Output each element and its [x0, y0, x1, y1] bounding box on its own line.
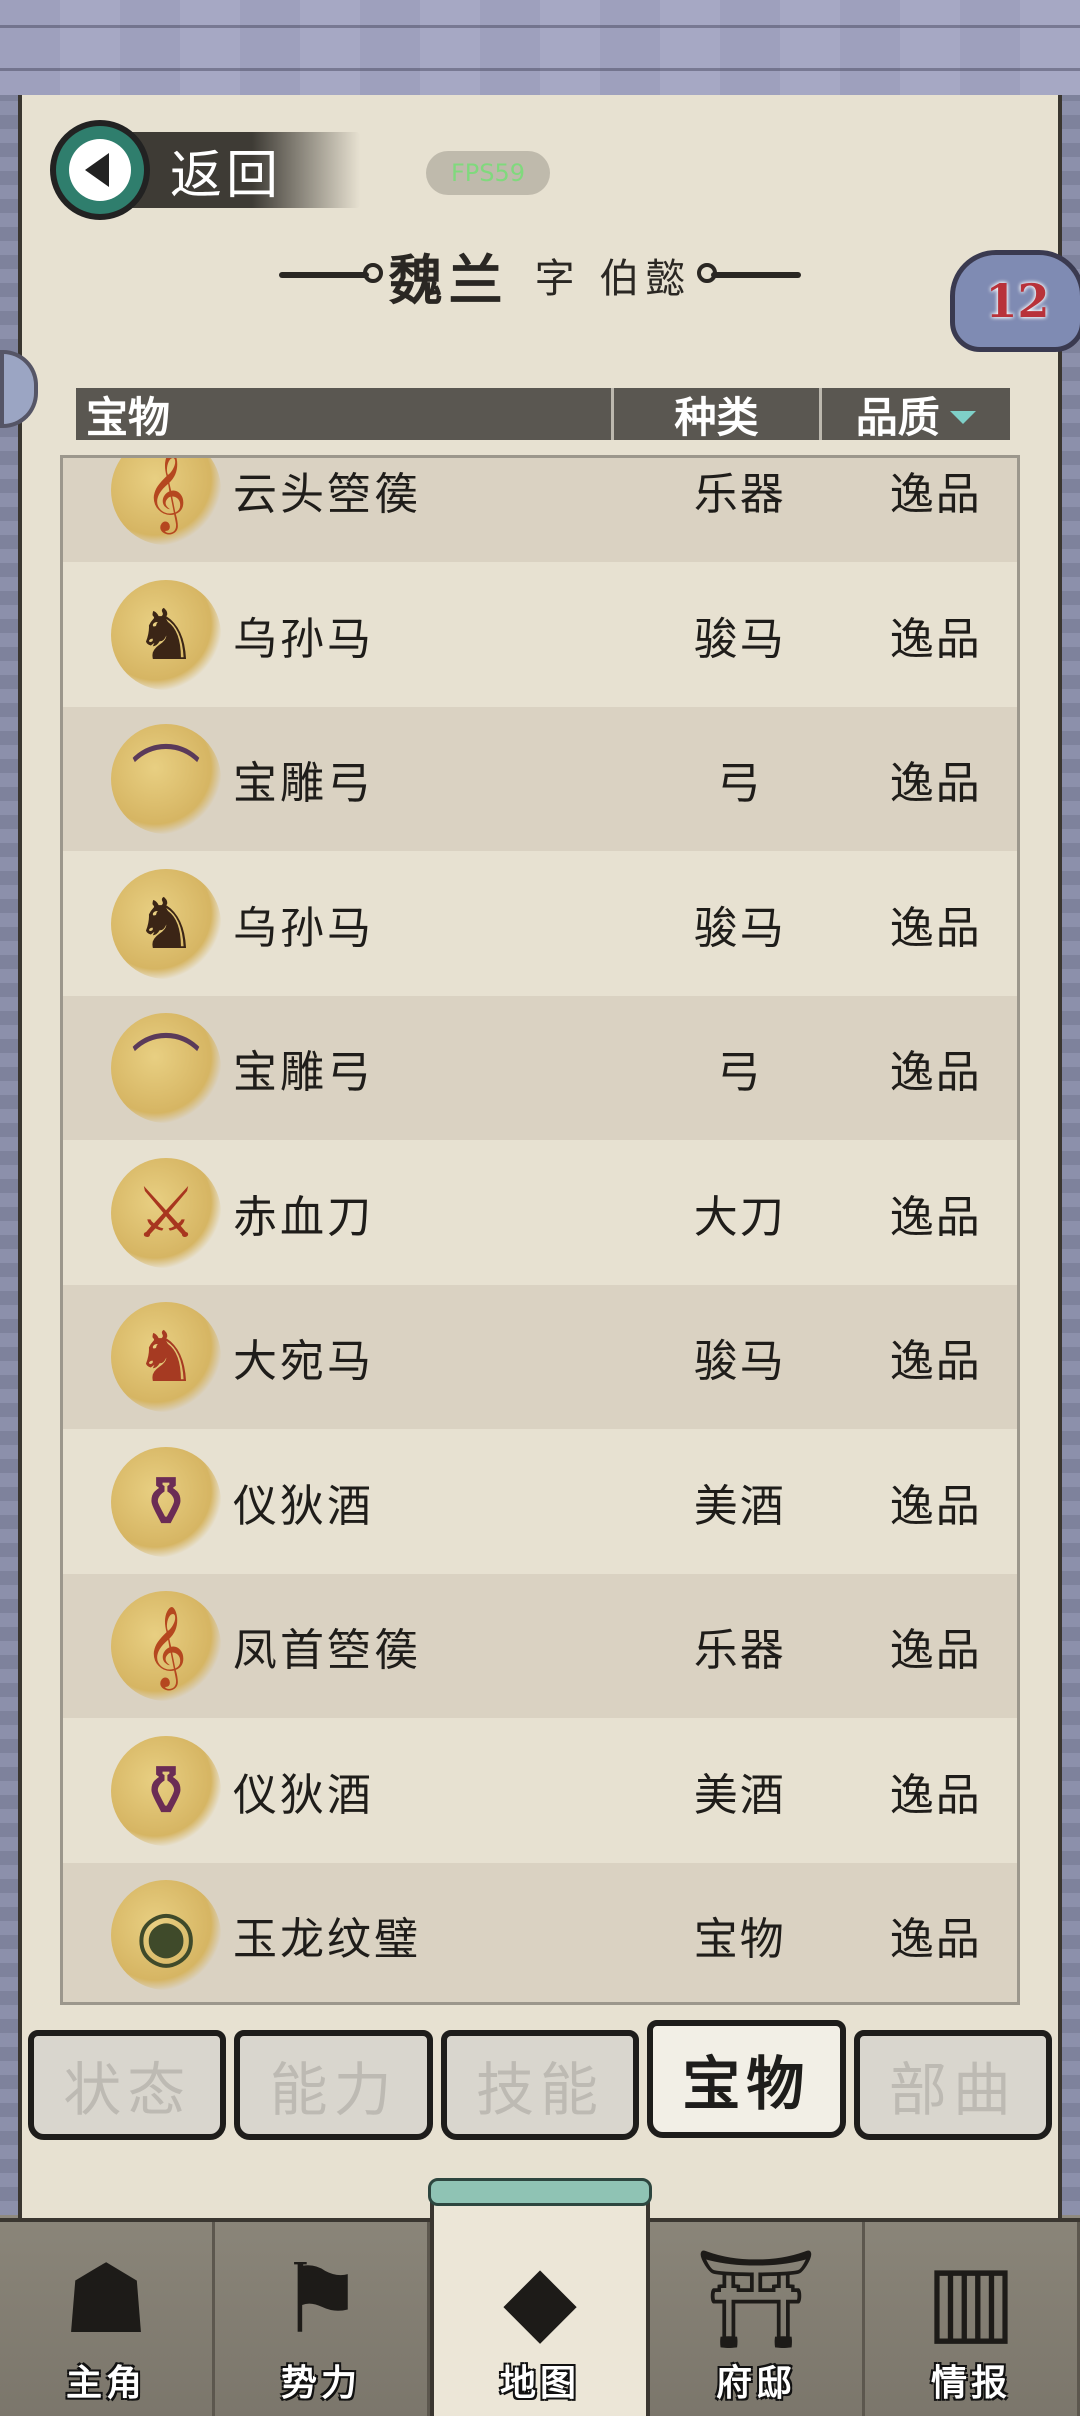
- wine-jar-icon: ⚱: [111, 1446, 221, 1557]
- treasure-name: 大宛马: [233, 1336, 374, 1387]
- column-header-quality[interactable]: 品质: [822, 384, 1010, 445]
- treasure-name: 乌孙马: [233, 902, 374, 954]
- column-header-treasure[interactable]: 宝物: [76, 388, 615, 442]
- treasure-quality: 逸品: [889, 469, 982, 520]
- nav-faction[interactable]: ⚑ 势力: [215, 2222, 430, 2416]
- treasure-type: 骏马: [693, 1336, 786, 1387]
- nav-label: 势力: [280, 2362, 361, 2404]
- treasure-name: 宝雕弓: [233, 1047, 374, 1098]
- treasure-quality: 逸品: [889, 902, 982, 954]
- table-row[interactable]: ♞ 大宛马 骏马 逸品: [63, 1285, 1017, 1429]
- treasure-type: 弓: [716, 758, 763, 809]
- nav-map[interactable]: ◆ 地图: [428, 2178, 652, 2416]
- notification-badge[interactable]: 12: [950, 250, 1080, 352]
- horse-icon: ♞: [111, 868, 221, 979]
- treasure-type: 骏马: [693, 902, 786, 954]
- treasure-quality: 逸品: [889, 1625, 982, 1676]
- courtesy-name: 字 伯懿: [534, 256, 692, 302]
- bow-icon: ⌒: [111, 1013, 221, 1123]
- treasure-type: 美酒: [693, 1769, 786, 1821]
- treasure-name: 赤血刀: [233, 1191, 374, 1243]
- ornament-right: [697, 263, 802, 283]
- treasure-type: 骏马: [693, 613, 786, 665]
- nav-label: 府邸: [715, 2362, 796, 2404]
- scroll-icon: ▥: [925, 2243, 1017, 2355]
- treasure-type: 宝物: [693, 1914, 786, 1965]
- treasure-type: 乐器: [693, 1625, 786, 1676]
- table-row[interactable]: ⌒ 宝雕弓 弓 逸品: [63, 707, 1017, 851]
- treasure-quality: 逸品: [889, 613, 982, 665]
- treasure-name: 乌孙马: [233, 613, 374, 665]
- right-border: [1062, 95, 1080, 2215]
- treasure-name: 玉龙纹璧: [233, 1914, 421, 1965]
- table-row[interactable]: 𝄞 云头箜篌 乐器 逸品: [63, 458, 1017, 562]
- nav-intel[interactable]: ▥ 情报: [865, 2222, 1080, 2416]
- treasure-name: 凤首箜篌: [233, 1625, 421, 1676]
- tab-skill[interactable]: 技能: [440, 2030, 640, 2140]
- table-row[interactable]: ⌒ 宝雕弓 弓 逸品: [63, 996, 1017, 1140]
- harp-icon: 𝄞: [111, 458, 221, 545]
- column-header-type[interactable]: 种类: [614, 388, 822, 442]
- back-arrow-icon: [50, 120, 150, 220]
- jade-disc-icon: ◉: [111, 1880, 221, 1990]
- tab-treasure[interactable]: 宝物: [647, 2020, 846, 2138]
- top-decorative-band: [0, 0, 1080, 103]
- treasure-list[interactable]: 𝄞 云头箜篌 乐器 逸品 ♞ 乌孙马 骏马 逸品 ⌒ 宝雕弓弓逸品 ♞ 乌孙马 骏马 逸品 ⌒ 宝雕弓弓逸品 ⚔…: [60, 455, 1020, 2005]
- nav-mansion[interactable]: ⛩ 府邸: [650, 2222, 865, 2416]
- treasure-type: 弓: [716, 1047, 763, 1098]
- column-header-quality-label: 品质: [855, 392, 940, 442]
- back-button[interactable]: 返回: [50, 120, 360, 220]
- character-title: 魏兰 字 伯懿: [0, 240, 1080, 312]
- treasure-quality: 逸品: [889, 1336, 982, 1387]
- treasure-quality: 逸品: [889, 1914, 982, 1965]
- tab-ability[interactable]: 能力: [234, 2030, 433, 2140]
- treasure-type: 美酒: [693, 1480, 786, 1532]
- treasure-name: 仪狄酒: [233, 1769, 374, 1821]
- nav-label: 情报: [930, 2362, 1011, 2404]
- mansion-icon: ⛩: [695, 2243, 817, 2355]
- wine-jar-icon: ⚱: [111, 1735, 221, 1846]
- treasure-quality: 逸品: [889, 1047, 982, 1098]
- table-header: 宝物 种类 品质: [76, 388, 1010, 442]
- character-tabs: 状态 能力 技能 宝物 部曲: [28, 2020, 1053, 2150]
- character-name: 魏兰: [388, 247, 509, 312]
- treasure-quality: 逸品: [889, 1480, 982, 1532]
- nav-label: 主角: [65, 2362, 146, 2404]
- harp-icon: 𝄞: [111, 1591, 221, 1701]
- blade-icon: ⚔: [111, 1157, 221, 1268]
- table-row[interactable]: ♞ 乌孙马 骏马 逸品: [63, 852, 1017, 996]
- treasure-type: 乐器: [693, 469, 786, 520]
- table-row[interactable]: ⚱ 仪狄酒 美酒 逸品: [63, 1719, 1017, 1863]
- table-row[interactable]: ⚱ 仪狄酒 美酒 逸品: [63, 1430, 1017, 1574]
- table-row[interactable]: 𝄞 凤首箜篌 乐器 逸品: [63, 1574, 1017, 1718]
- treasure-name: 云头箜篌: [233, 469, 421, 520]
- badge-count: 12: [985, 274, 1050, 328]
- hero-icon: ☗: [62, 2243, 150, 2355]
- tab-troops[interactable]: 部曲: [853, 2030, 1053, 2140]
- table-row[interactable]: ◉ 玉龙纹璧 宝物 逸品: [63, 1863, 1017, 2002]
- sort-desc-icon: [949, 410, 976, 424]
- tab-status[interactable]: 状态: [28, 2030, 227, 2140]
- map-icon: ◆: [503, 2243, 577, 2355]
- nav-hero[interactable]: ☗ 主角: [0, 2222, 215, 2416]
- back-label: 返回: [170, 145, 283, 206]
- treasure-name: 宝雕弓: [233, 758, 374, 809]
- bottom-navigation: ☗ 主角 ⚑ 势力 ◆ 地图 ⛩ 府邸 ▥ 情报: [0, 2178, 1080, 2416]
- treasure-type: 大刀: [693, 1191, 786, 1243]
- table-row[interactable]: ♞ 乌孙马 骏马 逸品: [63, 563, 1017, 707]
- nav-label: 地图: [499, 2362, 580, 2404]
- treasure-quality: 逸品: [889, 1769, 982, 1821]
- flag-icon: ⚑: [277, 2243, 365, 2355]
- treasure-quality: 逸品: [889, 758, 982, 809]
- bow-icon: ⌒: [111, 724, 221, 834]
- horse-icon: ♞: [111, 579, 221, 690]
- treasure-quality: 逸品: [889, 1191, 982, 1243]
- table-row[interactable]: ⚔ 赤血刀 大刀 逸品: [63, 1141, 1017, 1285]
- treasure-name: 仪狄酒: [233, 1480, 374, 1532]
- ornament-left: [278, 263, 383, 283]
- fps-counter: FPS59: [426, 151, 550, 195]
- cloud-ornament: [0, 25, 1080, 71]
- red-horse-icon: ♞: [111, 1302, 221, 1412]
